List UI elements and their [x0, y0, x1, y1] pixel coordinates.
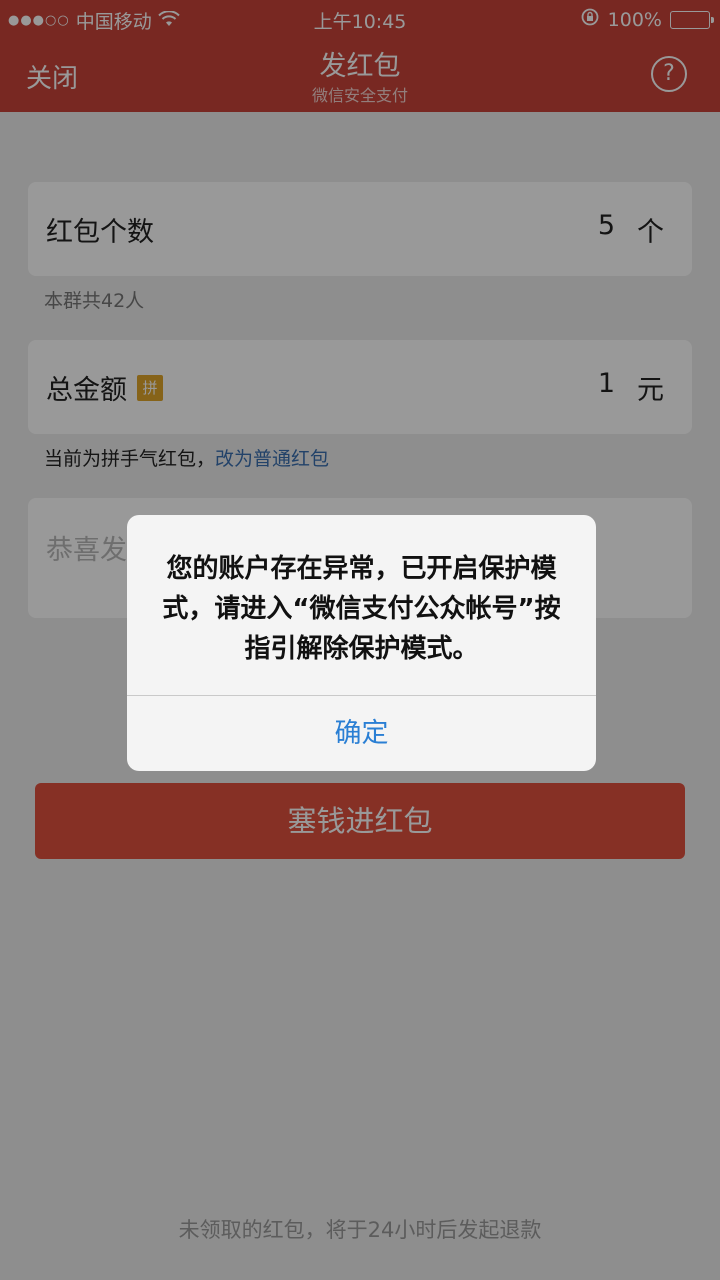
alert-message: 您的账户存在异常，已开启保护模式，请进入“微信支付公众帐号”按指引解除保护模式。	[162, 554, 561, 664]
alert-ok-button[interactable]: 确定	[127, 696, 596, 771]
alert-dialog: 您的账户存在异常，已开启保护模式，请进入“微信支付公众帐号”按指引解除保护模式。…	[127, 515, 596, 771]
